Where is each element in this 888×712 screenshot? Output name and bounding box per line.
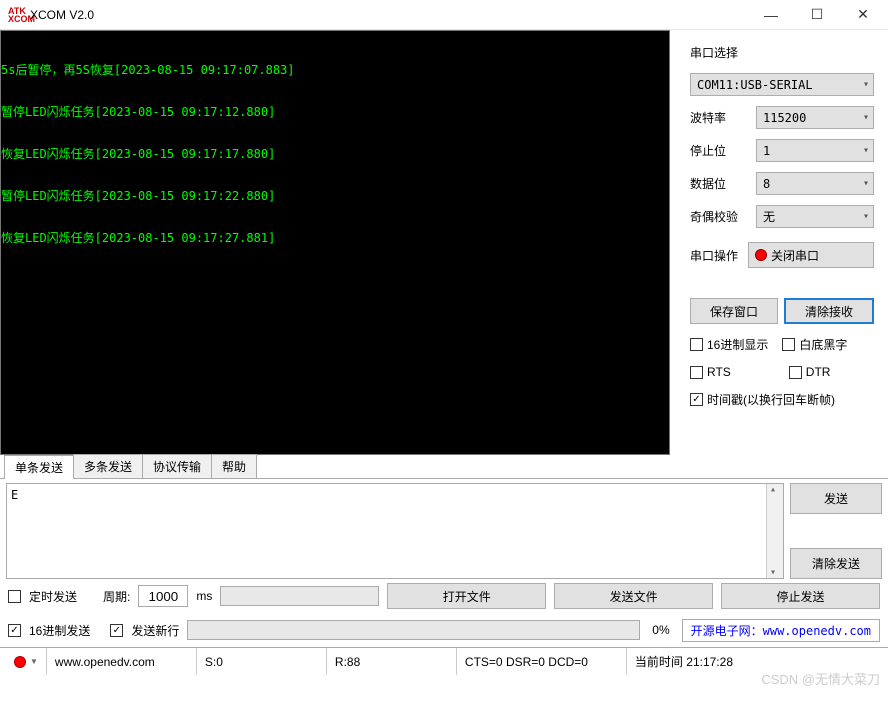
databits-combobox[interactable]: 8▾ (756, 172, 874, 195)
status-sent: S:0 (197, 648, 327, 675)
send-file-button[interactable]: 发送文件 (554, 583, 713, 609)
status-received: R:88 (327, 648, 457, 675)
window-title: XCOM V2.0 (30, 8, 748, 22)
port-op-label: 串口操作 (690, 247, 738, 264)
tab-protocol[interactable]: 协议传输 (142, 454, 212, 478)
minimize-button[interactable]: — (748, 0, 794, 30)
statusbar: ▼ www.openedv.com S:0 R:88 CTS=0 DSR=0 D… (0, 647, 888, 675)
progress-bar-2 (187, 620, 640, 640)
baud-label: 波特率 (690, 109, 746, 126)
databits-label: 数据位 (690, 175, 746, 192)
receive-terminal[interactable]: 5s后暂停，再5S恢复[2023-08-15 09:17:07.883] 暂停L… (0, 30, 670, 455)
record-icon[interactable] (14, 656, 26, 668)
link-box[interactable]: 开源电子网：www.openedv.com (682, 619, 880, 642)
close-button[interactable]: ✕ (840, 0, 886, 30)
save-window-button[interactable]: 保存窗口 (690, 298, 778, 324)
percent-label: 0% (652, 623, 669, 637)
port-combobox[interactable]: COM11:USB-SERIAL▾ (690, 73, 874, 96)
rts-checkbox[interactable] (690, 366, 703, 379)
tab-single-send[interactable]: 单条发送 (4, 455, 74, 479)
chevron-down-icon: ▾ (863, 211, 869, 222)
open-file-button[interactable]: 打开文件 (387, 583, 546, 609)
progress-bar (220, 586, 379, 606)
clear-send-button[interactable]: 清除发送 (790, 548, 882, 579)
led-red-icon (755, 249, 767, 261)
tab-help[interactable]: 帮助 (211, 454, 257, 478)
chevron-down-icon: ▾ (863, 178, 869, 189)
clear-receive-button[interactable]: 清除接收 (784, 298, 874, 324)
chevron-down-icon: ▾ (863, 79, 869, 90)
period-input[interactable] (138, 585, 188, 607)
timed-send-checkbox[interactable] (8, 590, 21, 603)
scrollbar[interactable] (766, 484, 783, 578)
send-tabs: 单条发送 多条发送 协议传输 帮助 (0, 455, 888, 479)
stopbits-label: 停止位 (690, 142, 746, 159)
chevron-down-icon: ▾ (863, 112, 869, 123)
send-textarea[interactable]: E (6, 483, 784, 579)
chevron-down-icon: ▾ (863, 145, 869, 156)
titlebar: ATKXCOM XCOM V2.0 — ☐ ✕ (0, 0, 888, 30)
app-logo-icon: ATKXCOM (8, 7, 24, 23)
status-signals: CTS=0 DSR=0 DCD=0 (457, 648, 627, 675)
status-url[interactable]: www.openedv.com (47, 648, 197, 675)
dropdown-icon[interactable]: ▼ (30, 657, 38, 666)
parity-combobox[interactable]: 无▾ (756, 205, 874, 228)
send-newline-checkbox[interactable] (110, 624, 123, 637)
white-bg-checkbox[interactable] (782, 338, 795, 351)
send-button[interactable]: 发送 (790, 483, 882, 514)
hex-display-checkbox[interactable] (690, 338, 703, 351)
maximize-button[interactable]: ☐ (794, 0, 840, 30)
tab-multi-send[interactable]: 多条发送 (73, 454, 143, 478)
hex-send-checkbox[interactable] (8, 624, 21, 637)
stopbits-combobox[interactable]: 1▾ (756, 139, 874, 162)
parity-label: 奇偶校验 (690, 208, 746, 225)
close-port-button[interactable]: 关闭串口 (748, 242, 874, 268)
stop-send-button[interactable]: 停止发送 (721, 583, 880, 609)
timestamp-checkbox[interactable] (690, 393, 703, 406)
baud-combobox[interactable]: 115200▾ (756, 106, 874, 129)
port-select-label: 串口选择 (690, 44, 874, 61)
dtr-checkbox[interactable] (789, 366, 802, 379)
status-time: 当前时间 21:17:28 (627, 648, 882, 675)
